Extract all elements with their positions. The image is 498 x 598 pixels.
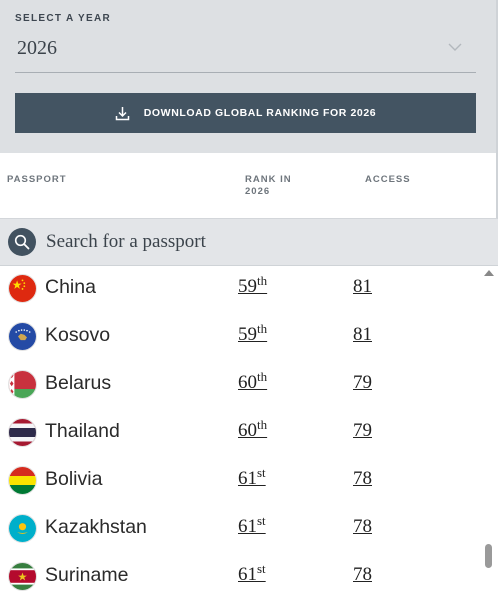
kazakhstan-flag-icon (8, 514, 37, 543)
access-link[interactable]: 78 (353, 468, 372, 490)
country-name: Kazakhstan (45, 516, 147, 538)
list-item[interactable]: China 59th 81 (0, 266, 480, 314)
country-name: Kosovo (45, 324, 111, 346)
kosovo-flag-icon (8, 322, 37, 351)
rank-link[interactable]: 59th (238, 274, 267, 298)
year-panel: SELECT A YEAR 2026 DOWNLOAD GLOBAL RANKI… (0, 0, 498, 153)
list-item[interactable]: Thailand 60th 79 (0, 410, 480, 458)
access-link[interactable]: 81 (353, 324, 372, 346)
rank-link[interactable]: 60th (238, 370, 267, 394)
thailand-flag-icon (8, 418, 37, 447)
search-bar (0, 219, 498, 266)
country-name: Belarus (45, 372, 112, 394)
search-input[interactable] (46, 227, 476, 257)
rank-link[interactable]: 61st (238, 514, 266, 538)
download-ranking-button[interactable]: DOWNLOAD GLOBAL RANKING FOR 2026 (15, 93, 476, 133)
rank-link[interactable]: 61st (238, 466, 266, 490)
download-icon (115, 106, 129, 120)
search-icon[interactable] (8, 228, 36, 256)
column-access: ACCESS (365, 174, 411, 185)
list-item[interactable]: Belarus 60th 79 (0, 362, 480, 410)
scroll-thumb[interactable] (485, 544, 492, 568)
access-link[interactable]: 79 (353, 420, 372, 442)
country-name: Thailand (45, 420, 120, 442)
download-label: DOWNLOAD GLOBAL RANKING FOR 2026 (143, 107, 377, 119)
year-label: SELECT A YEAR (15, 13, 111, 24)
column-header: PASSPORT RANK IN 2026 ACCESS (0, 153, 498, 219)
access-link[interactable]: 78 (353, 516, 372, 538)
chevron-down-icon (448, 43, 462, 51)
country-name: China (45, 276, 96, 298)
year-value: 2026 (17, 37, 57, 59)
country-name: Bolivia (45, 468, 103, 490)
scroll-up-arrow-icon[interactable] (484, 270, 494, 276)
access-link[interactable]: 78 (353, 564, 372, 586)
list-item[interactable]: Suriname 61st 78 (0, 554, 480, 598)
rank-link[interactable]: 59th (238, 322, 267, 346)
rank-link[interactable]: 61st (238, 562, 266, 586)
country-name: Suriname (45, 564, 129, 586)
list-scrollbar[interactable] (480, 266, 498, 598)
bolivia-flag-icon (8, 466, 37, 495)
passport-list: China 59th 81 Kosovo 59th 81 Belarus 60t… (0, 266, 498, 598)
belarus-flag-icon (8, 370, 37, 399)
column-rank-line2: 2026 (245, 186, 271, 197)
list-item[interactable]: Bolivia 61st 78 (0, 458, 480, 506)
access-link[interactable]: 81 (353, 276, 372, 298)
column-passport: PASSPORT (7, 174, 67, 185)
rank-link[interactable]: 60th (238, 418, 267, 442)
list-item[interactable]: Kazakhstan 61st 78 (0, 506, 480, 554)
suriname-flag-icon (8, 562, 37, 591)
column-rank: RANK IN 2026 (245, 174, 305, 198)
column-rank-line1: RANK IN (245, 174, 292, 185)
list-item[interactable]: Kosovo 59th 81 (0, 314, 480, 362)
china-flag-icon (8, 274, 37, 303)
year-select[interactable]: 2026 (15, 28, 476, 73)
access-link[interactable]: 79 (353, 372, 372, 394)
